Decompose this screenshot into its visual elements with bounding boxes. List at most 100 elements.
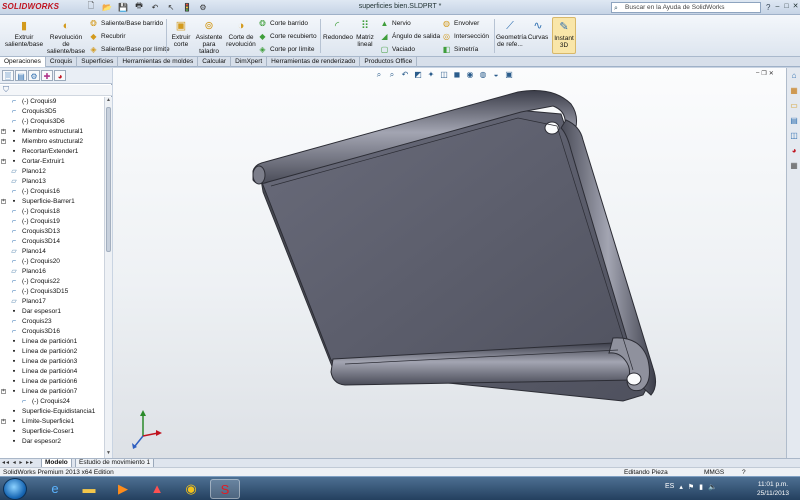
tree-item-label: Cortar-Extruir1 <box>22 158 65 165</box>
instant3d-icon: ✎ <box>559 21 569 33</box>
display-manager-tab-icon[interactable]: ◕ <box>54 70 66 81</box>
property-manager-tab-icon[interactable]: ▤ <box>15 70 27 81</box>
expand-icon[interactable]: + <box>1 159 6 164</box>
help-icon[interactable]: ? <box>766 3 770 12</box>
reference-geometry-label: Geometría de refe... <box>496 34 527 48</box>
tray-arrow-icon[interactable]: ▴ <box>679 483 683 491</box>
feature-tree-filter[interactable]: ⛉ <box>0 85 112 96</box>
scrollbar-thumb[interactable] <box>106 107 111 252</box>
tree-item-label: Plano14 <box>22 248 46 255</box>
tree-item-label: (-) Croquis20 <box>22 258 60 265</box>
graphics-area[interactable]: ⌕ ⌕ ↶ ◩ ✦ ◫ ◼ ◉ ◍ ◒ ▣ – ❐ ✕ <box>113 68 786 458</box>
file-explorer-icon[interactable]: ▭ <box>789 101 799 111</box>
hole-wizard-button[interactable]: ⊚ Asistente para taladro <box>194 19 224 55</box>
tab-croquis[interactable]: Croquis <box>46 57 78 67</box>
command-tabs: Operaciones Croquis Superficies Herramie… <box>0 57 800 67</box>
clock-date: 25/11/2013 <box>756 490 790 497</box>
language-indicator[interactable]: ES <box>665 483 674 491</box>
shell-label: Vaciado <box>392 46 416 53</box>
scroll-down-icon[interactable]: ▼ <box>105 450 112 458</box>
instant3d-button[interactable]: ✎ Instant 3D <box>552 17 576 54</box>
lofted-cut-button[interactable]: ◆ Corte recubierto <box>258 31 316 42</box>
sketch-icon: ⌐ <box>11 228 17 235</box>
feature-tree-tab-icon[interactable]: 🗏 <box>2 70 14 81</box>
chrome-icon[interactable]: ◉ <box>176 479 206 499</box>
volume-icon[interactable]: 🔈 <box>708 483 717 491</box>
linear-pattern-button[interactable]: ⠿ Matriz lineal <box>353 19 377 48</box>
boundary-cut-button[interactable]: ◈ Corte por límite <box>258 44 314 55</box>
solidworks-taskbar-icon[interactable]: S <box>210 479 240 499</box>
scroll-up-icon[interactable]: ▲ <box>105 97 112 105</box>
solidworks-resources-icon[interactable]: ⌂ <box>789 71 799 81</box>
part-model[interactable] <box>113 68 786 458</box>
expand-icon[interactable]: + <box>1 139 6 144</box>
tab-operaciones[interactable]: Operaciones <box>0 57 46 67</box>
revolve-cut-button[interactable]: ◑ Corte de revolución <box>226 19 256 48</box>
tree-item-label: (-) Croquis16 <box>22 188 60 195</box>
flag-icon[interactable]: ⚑ <box>688 483 694 491</box>
fillet-button[interactable]: ◜ Redondeo <box>323 19 353 41</box>
tree-item-label: Plano12 <box>22 168 46 175</box>
tab-productos-office[interactable]: Productos Office <box>360 57 418 67</box>
tab-dimxpert[interactable]: DimXpert <box>231 57 268 67</box>
media-player-icon[interactable]: ▶ <box>108 479 138 499</box>
tab-herramientas-de-renderizado[interactable]: Herramientas de renderizado <box>267 57 361 67</box>
expand-icon[interactable]: + <box>1 199 6 204</box>
adobe-reader-icon[interactable]: ▲ <box>142 479 172 499</box>
curves-button[interactable]: ∿ Curvas <box>526 19 550 41</box>
intersect-button[interactable]: ◎ Intersección <box>442 31 489 42</box>
swept-cut-button[interactable]: ❂ Corte barrido <box>258 18 308 29</box>
tab-herramientas-de-moldes[interactable]: Herramientas de moldes <box>118 57 199 67</box>
extrude-cut-button[interactable]: ▣ Extruir corte <box>170 19 192 48</box>
expand-icon[interactable]: + <box>1 389 6 394</box>
revolve-boss-button[interactable]: ◐ Revolución de saliente/base <box>46 19 86 55</box>
wrap-button[interactable]: ◍ Envolver <box>442 18 479 29</box>
tab-calcular[interactable]: Calcular <box>198 57 232 67</box>
boundary-boss-button[interactable]: ◈ Saliente/Base por límite <box>89 44 169 55</box>
sketch-icon: ⌐ <box>11 98 17 105</box>
mirror-button[interactable]: ◧ Simetría <box>442 44 478 55</box>
plane-icon: ▱ <box>11 268 17 275</box>
design-library-icon[interactable]: ▦ <box>789 86 799 96</box>
feature-tree-scrollbar[interactable]: ▲ ▼ <box>104 97 112 458</box>
sketch-icon: ⌐ <box>11 318 17 325</box>
curves-label: Curvas <box>527 34 549 41</box>
title-bar: SOLIDWORKS 🗋 📂 💾 🖶 ↶ ↖ 🚦 ⚙ superficies b… <box>0 0 800 15</box>
plane-icon: ▱ <box>11 298 17 305</box>
wrap-cut-button[interactable]: ◆ Recubrir <box>89 31 125 42</box>
windows-taskbar: e ▬ ▶ ▲ ◉ S ES ▴ ⚑ ▮ 🔈 11:01 p.m. 25/11/… <box>0 476 800 500</box>
tab-scroll-arrows-icon[interactable]: ◂◂ ◂ ▸ ▸▸ <box>2 459 34 466</box>
taskbar-clock[interactable]: 11:01 p.m. 25/11/2013 <box>748 480 798 498</box>
appearances-icon[interactable]: ◫ <box>789 131 799 141</box>
shell-button[interactable]: ▢ Vaciado <box>380 44 415 55</box>
feature-manager-panel: 🗏 ▤ ⚙ ✚ ◕ ⛉ ⌐ (-) Croquis9 ⌐ Croquis3D5 ⌐ (-)… <box>0 68 112 458</box>
minimize-icon[interactable]: – <box>774 2 781 11</box>
lofted-cut-icon: ◆ <box>259 32 266 41</box>
feature-icon: ▪ <box>12 308 16 315</box>
expand-icon[interactable]: + <box>1 129 6 134</box>
internet-explorer-icon[interactable]: e <box>40 479 70 499</box>
scenes-icon[interactable]: ◕ <box>789 146 799 156</box>
expand-icon[interactable]: + <box>1 419 6 424</box>
rib-button[interactable]: ▲ Nervio <box>380 18 411 29</box>
maximize-icon[interactable]: □ <box>783 2 790 11</box>
start-button-icon[interactable] <box>3 478 27 500</box>
dimxpert-tab-icon[interactable]: ✚ <box>41 70 53 81</box>
view-palette-icon[interactable]: ▤ <box>789 116 799 126</box>
custom-properties-icon[interactable]: ▦ <box>789 161 799 171</box>
swept-boss-button[interactable]: ❂ Saliente/Base barrido <box>89 18 163 29</box>
boundary-boss-icon: ◈ <box>90 45 97 54</box>
feature-icon: ▪ <box>12 428 16 435</box>
reference-geometry-button[interactable]: ⟋ Geometría de refe... <box>496 19 527 48</box>
file-explorer-taskbar-icon[interactable]: ▬ <box>74 479 104 499</box>
tree-item-label: (-) Croquis9 <box>22 98 57 105</box>
extrude-boss-button[interactable]: ▮ Extruir saliente/base <box>4 19 44 48</box>
extrude-cut-label: Extruir corte <box>171 34 191 48</box>
draft-button[interactable]: ◢ Ángulo de salida <box>380 31 440 42</box>
close-icon[interactable]: ✕ <box>792 2 799 11</box>
rib-label: Nervio <box>392 20 411 27</box>
tab-superficies[interactable]: Superficies <box>77 57 119 67</box>
network-icon[interactable]: ▮ <box>699 483 703 491</box>
help-search-input[interactable]: ⌕ Buscar en la Ayuda de SolidWorks <box>611 2 761 13</box>
configuration-manager-tab-icon[interactable]: ⚙ <box>28 70 40 81</box>
